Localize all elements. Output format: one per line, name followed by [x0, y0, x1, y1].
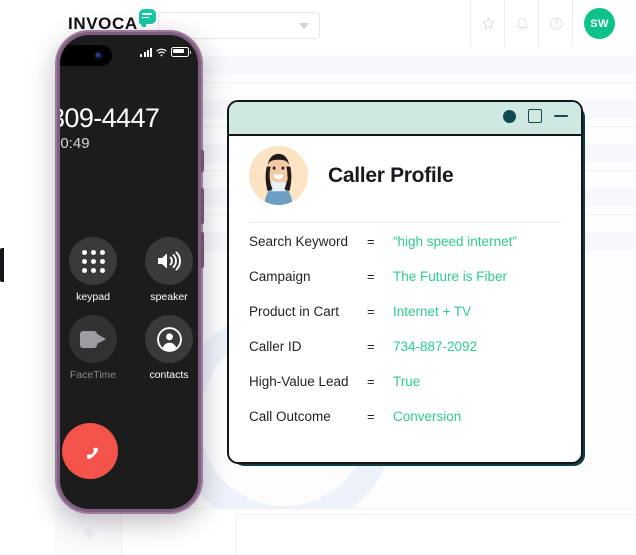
help-icon-button[interactable] — [538, 0, 573, 47]
phone-volume-down-button[interactable] — [201, 232, 204, 268]
row-equals: = — [367, 339, 375, 354]
phone-volume-up-button[interactable] — [201, 188, 204, 224]
table-row: Campaign = The Future is Fiber — [249, 269, 567, 304]
call-timer: 00:49 — [60, 135, 90, 152]
gear-icon — [82, 526, 94, 538]
page-title: Caller Profile — [328, 163, 454, 187]
avatar[interactable]: SW — [584, 8, 615, 39]
star-icon — [481, 16, 495, 30]
row-equals: = — [367, 304, 375, 319]
table-row: Search Keyword = “high speed internet” — [249, 234, 567, 269]
row-value: The Future is Fiber — [393, 269, 508, 284]
table-row: High-Value Lead = True — [249, 374, 567, 409]
divider — [249, 222, 561, 223]
caller-attribute-list: Search Keyword = “high speed internet” C… — [249, 234, 567, 444]
dynamic-island — [60, 45, 112, 66]
keypad-label: keypad — [76, 291, 110, 303]
bell-icon-button[interactable] — [504, 0, 539, 47]
contacts-label: contacts — [149, 369, 189, 381]
row-value: “high speed internet” — [393, 234, 517, 249]
row-label: High-Value Lead — [249, 374, 349, 389]
dashboard-footer — [55, 508, 636, 555]
keypad-icon — [81, 249, 105, 273]
footer-panel — [235, 514, 636, 555]
row-equals: = — [367, 409, 375, 424]
facetime-button[interactable]: FaceTime — [64, 315, 122, 381]
row-equals: = — [367, 234, 375, 249]
bell-icon — [516, 18, 528, 30]
table-row: Call Outcome = Conversion — [249, 409, 567, 444]
end-call-icon — [86, 447, 98, 459]
wifi-icon — [156, 48, 167, 56]
row-label: Search Keyword — [249, 234, 349, 249]
keypad-button[interactable]: keypad — [64, 237, 122, 303]
speaker-button[interactable]: speaker — [140, 237, 198, 303]
caller-photo — [249, 146, 308, 205]
chevron-down-icon — [299, 23, 309, 29]
row-label: Call Outcome — [249, 409, 331, 424]
phone-mute-switch[interactable] — [201, 150, 204, 172]
row-label: Caller ID — [249, 339, 302, 354]
star-icon-button[interactable] — [470, 0, 505, 47]
iphone-device: 309-4447 00:49 keypad — [55, 30, 204, 514]
row-value: 734-887-2092 — [393, 339, 478, 354]
window-controls — [503, 109, 568, 123]
row-label: Product in Cart — [249, 304, 340, 319]
settings-button[interactable] — [55, 509, 122, 555]
help-icon — [549, 17, 563, 30]
speaker-label: speaker — [150, 291, 188, 303]
row-equals: = — [367, 374, 375, 389]
contacts-button[interactable]: contacts — [140, 315, 198, 381]
caller-number: 309-4447 — [60, 103, 160, 133]
status-bar — [140, 47, 191, 57]
header-divider — [572, 0, 573, 47]
card-header: Caller Profile — [249, 146, 454, 205]
row-label: Campaign — [249, 269, 311, 284]
row-value: Conversion — [393, 409, 462, 424]
call-controls: keypad speaker FaceTime contacts — [60, 237, 198, 393]
caller-profile-card: Caller Profile Search Keyword = “high sp… — [227, 100, 583, 464]
end-call-button[interactable] — [62, 423, 118, 479]
dash-icon[interactable] — [554, 115, 568, 117]
row-value: Internet + TV — [393, 304, 472, 319]
video-camera-icon — [80, 330, 106, 348]
phone-side-button[interactable] — [0, 248, 4, 282]
row-equals: = — [367, 269, 375, 284]
front-camera-icon — [94, 51, 103, 60]
table-row: Caller ID = 734-887-2092 — [249, 339, 567, 374]
square-outline-icon[interactable] — [528, 109, 542, 123]
facetime-label: FaceTime — [69, 369, 117, 381]
phone-screen: 309-4447 00:49 keypad — [60, 35, 198, 509]
cellular-signal-icon — [140, 47, 152, 57]
battery-icon — [171, 47, 191, 57]
contacts-icon — [156, 326, 182, 352]
speaker-icon — [158, 251, 181, 271]
filled-circle-icon[interactable] — [503, 109, 516, 123]
card-titlebar — [229, 102, 581, 136]
table-row: Product in Cart = Internet + TV — [249, 304, 567, 339]
row-value: True — [393, 374, 421, 389]
speech-bubble-icon — [138, 9, 156, 27]
